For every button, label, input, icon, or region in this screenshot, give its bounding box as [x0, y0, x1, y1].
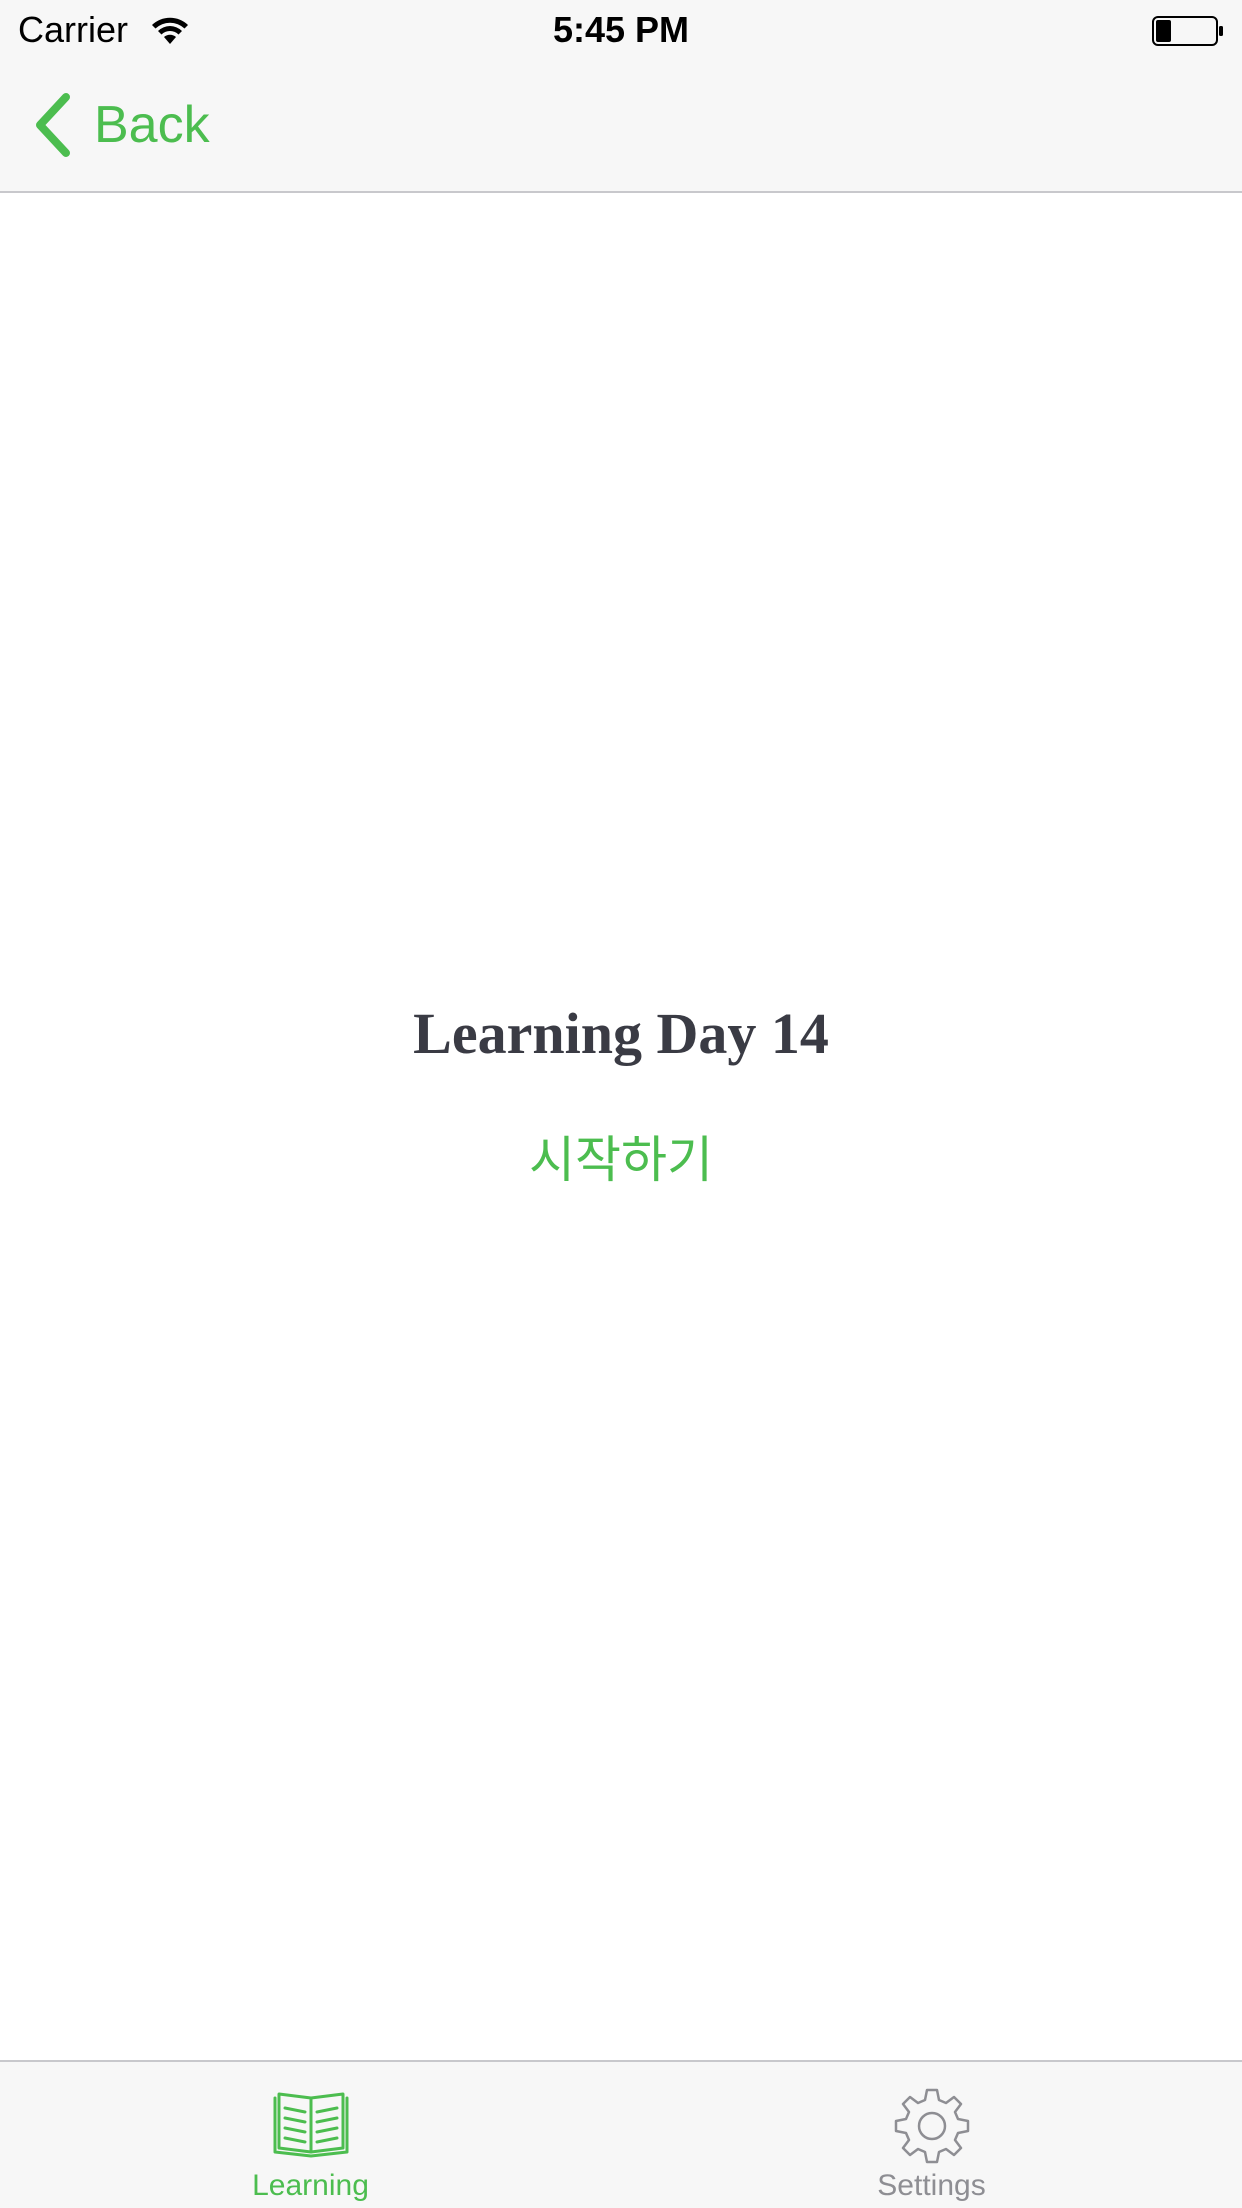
status-bar: Carrier 5:45 PM [0, 0, 1242, 60]
book-icon [273, 2092, 348, 2158]
status-time: 5:45 PM [552, 9, 690, 50]
navigation-bar: Back [0, 60, 1242, 193]
lesson-title: Learning Day 14 [413, 1001, 829, 1066]
back-button[interactable]: Back [34, 90, 210, 160]
battery-low-icon [1152, 16, 1223, 46]
start-button[interactable]: 시작하기 [471, 1127, 771, 1193]
screen: Carrier 5:45 PM Back Learning Day 14 시작하… [0, 0, 1242, 2208]
gear-icon [894, 2088, 969, 2164]
back-label: Back [94, 96, 210, 154]
tab-settings[interactable]: Settings [621, 2062, 1242, 2208]
tab-bar: Learning Settings [0, 2060, 1242, 2208]
content-area: Learning Day 14 시작하기 [0, 193, 1242, 2060]
chevron-left-icon [36, 93, 70, 157]
tab-learning[interactable]: Learning [0, 2062, 621, 2208]
tab-learning-label: Learning [252, 2169, 369, 2202]
tab-settings-label: Settings [877, 2169, 986, 2202]
